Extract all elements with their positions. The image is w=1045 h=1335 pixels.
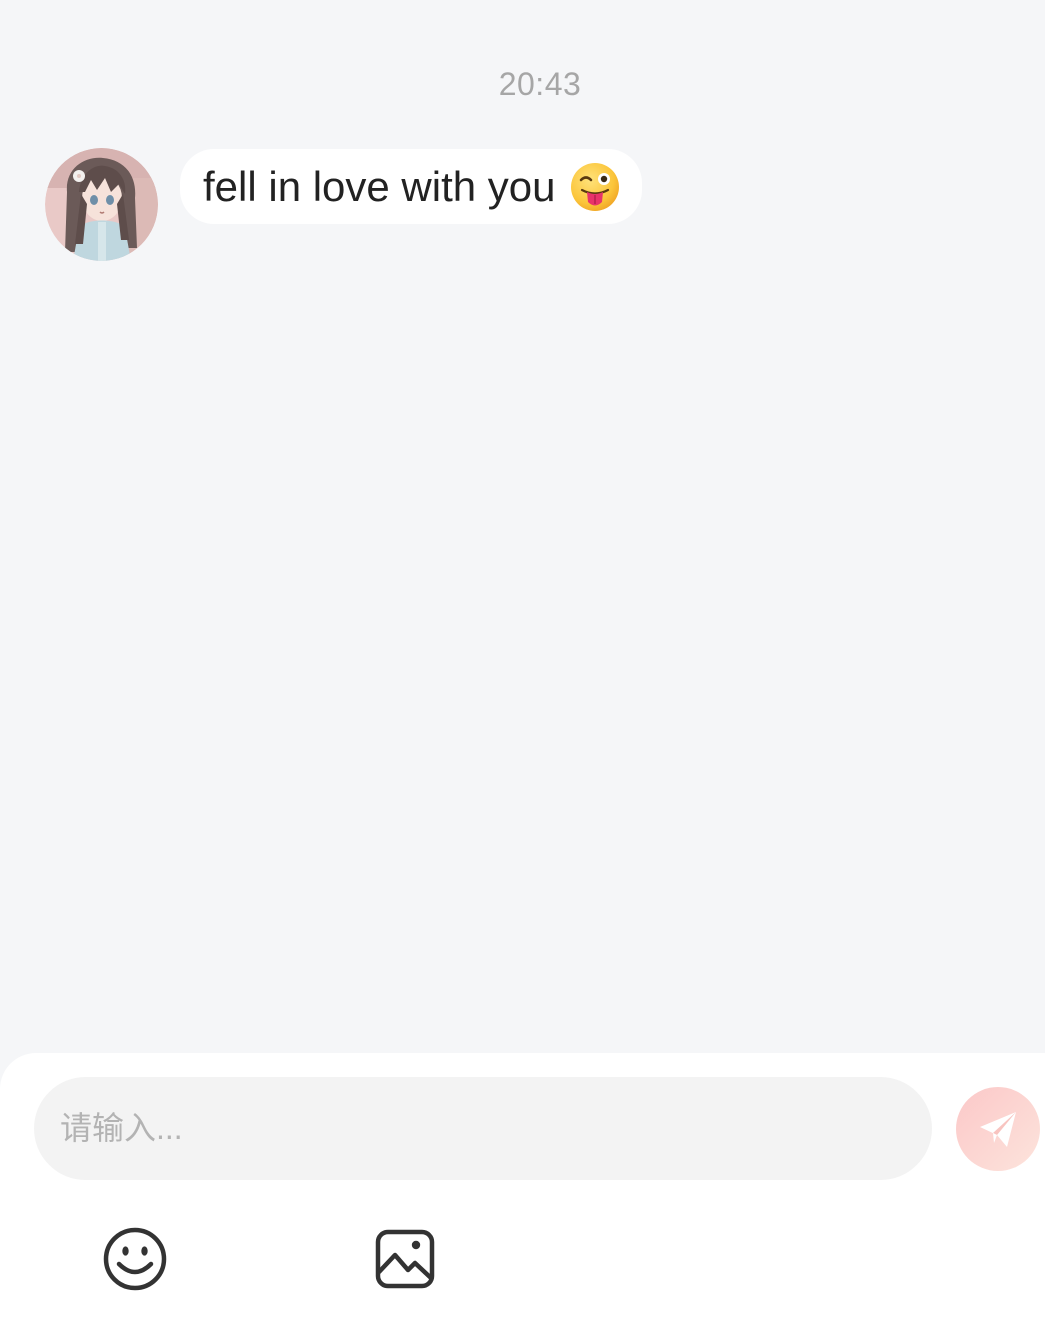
smiley-face-icon	[103, 1227, 167, 1291]
avatar-image	[45, 148, 158, 261]
message-list[interactable]: 20:43 fell in love with you	[0, 0, 1045, 1053]
send-button[interactable]	[956, 1087, 1040, 1171]
composer-panel	[0, 1053, 1045, 1335]
message-text: fell in love with you	[203, 162, 556, 210]
paper-plane-icon	[980, 1112, 1016, 1147]
message-row: fell in love with you	[45, 148, 642, 261]
avatar[interactable]	[45, 148, 158, 261]
emoji-button[interactable]	[102, 1226, 168, 1292]
message-bubble[interactable]: fell in love with you	[180, 149, 642, 224]
winking-face-with-tongue-emoji	[570, 162, 620, 212]
image-icon	[375, 1229, 435, 1289]
message-input[interactable]	[34, 1077, 932, 1180]
message-timestamp: 20:43	[498, 66, 582, 102]
chat-screen: 20:43 fell in love with you 请输入...	[0, 0, 1045, 1335]
image-button[interactable]	[372, 1226, 438, 1292]
